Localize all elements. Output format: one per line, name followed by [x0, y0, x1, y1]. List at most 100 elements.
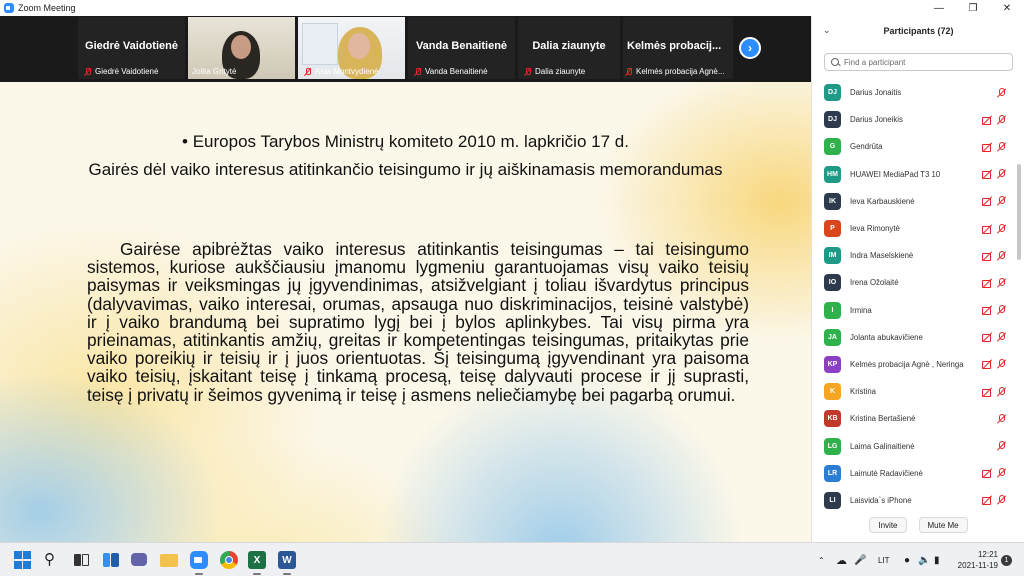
video-tile[interactable]: Giedrė Vaidotienė Giedrė Vaidotienė — [78, 17, 185, 79]
minimize-button[interactable]: — — [922, 0, 956, 16]
participant-row[interactable]: HM HUAWEI MediaPad T3 10 — [812, 161, 1017, 188]
participant-row[interactable]: DJ Darius Joneikis — [812, 106, 1017, 133]
speaker-muted-icon[interactable]: 🔈 — [918, 543, 930, 576]
participant-name: Darius Jonaitis — [850, 88, 902, 98]
muted-mic-icon — [625, 67, 632, 76]
participant-name: HUAWEI MediaPad T3 10 — [850, 169, 941, 179]
video-tile[interactable]: Dalia ziaunyte Dalia ziaunyte — [518, 17, 620, 79]
participant-row[interactable]: LR Laimutė Radavičienė — [812, 460, 1017, 487]
clock-time: 12:21 — [977, 550, 998, 559]
tile-label: Kelmės probacija Agnė... — [636, 67, 725, 76]
participant-row[interactable]: KP Kelmės probacija Agnė , Neringa — [812, 351, 1017, 378]
participant-avatar: DJ — [824, 111, 841, 129]
close-button[interactable]: ✕ — [990, 0, 1024, 16]
teams-chat-icon[interactable] — [130, 551, 148, 569]
file-explorer-icon[interactable] — [160, 551, 178, 569]
participant-search-input[interactable]: Find a participant — [824, 53, 1013, 71]
word-icon[interactable]: W — [278, 551, 296, 575]
participant-row[interactable]: KB Kristina Bertašienė — [812, 405, 1017, 432]
battery-icon[interactable]: ▮ — [934, 543, 940, 576]
muted-mic-icon — [996, 495, 1007, 505]
participant-row[interactable]: K Kristina — [812, 378, 1017, 405]
muted-mic-icon — [414, 67, 421, 76]
participant-list: DJ Darius Jonaitis DJ Darius Joneikis G Gendr… — [812, 79, 1017, 514]
camera-off-icon — [982, 468, 993, 479]
chrome-icon[interactable] — [220, 551, 238, 569]
slide-body-text: Gairėse apibrėžtas vaiko interesus atiti… — [87, 239, 749, 405]
system-clock[interactable]: 12:21 2021-11-19 — [954, 549, 998, 571]
participant-avatar: K — [824, 383, 841, 401]
participant-name: Ieva Rimonytė — [850, 224, 900, 234]
participant-row[interactable]: G Gendrūta — [812, 133, 1017, 160]
cloud-icon[interactable]: ☁ — [836, 543, 847, 576]
muted-mic-icon — [996, 114, 1007, 125]
muted-mic-icon — [996, 223, 1007, 234]
language-indicator[interactable]: LIT — [878, 543, 890, 576]
participant-face — [348, 33, 370, 59]
show-hidden-icons-chevron-icon[interactable]: ⌃ — [818, 543, 825, 576]
search-icon[interactable]: ⚲ — [44, 551, 62, 569]
participant-avatar: P — [824, 220, 841, 238]
participant-row[interactable]: DJ Darius Jonaitis — [812, 79, 1017, 106]
camera-off-icon — [982, 332, 993, 343]
participant-name: Darius Joneikis — [850, 115, 903, 125]
muted-mic-icon — [524, 67, 531, 76]
mute-me-button[interactable]: Mute Me — [918, 517, 968, 533]
tile-name: Kelmės probacij... — [627, 40, 722, 52]
video-tile[interactable]: Jolita Gritytė — [188, 17, 295, 79]
camera-off-icon — [982, 224, 993, 234]
participant-row[interactable]: P Ieva Rimonytė — [812, 215, 1017, 242]
chevron-right-icon[interactable]: › — [739, 37, 761, 59]
muted-mic-icon — [996, 277, 1007, 288]
windows-taskbar: ⚲ X W ⌃ ☁ 🎤 LIT ● 🔈 ▮ 12:21 2021-11-19 1 — [0, 542, 1024, 576]
muted-mic-icon — [996, 468, 1007, 478]
window-title: Zoom Meeting — [18, 3, 76, 13]
muted-mic-icon — [996, 169, 1007, 179]
participant-row[interactable]: JA Jolanta abukavičiene — [812, 324, 1017, 351]
excel-icon[interactable]: X — [248, 551, 266, 575]
tile-name: Vanda Benaitienė — [415, 40, 508, 52]
participants-title: Participants (72) — [883, 26, 954, 36]
muted-mic-icon — [996, 386, 1007, 397]
microphone-icon[interactable]: 🎤 — [854, 543, 866, 576]
tile-label: Dalia ziaunyte — [535, 67, 586, 76]
camera-off-icon — [982, 495, 993, 506]
clock-date: 2021-11-19 — [957, 561, 998, 570]
muted-mic-icon — [996, 332, 1007, 342]
tile-label: Vanda Benaitienė — [425, 67, 488, 76]
participant-row[interactable]: IM Indra Maselskienė — [812, 242, 1017, 269]
invite-button[interactable]: Invite — [869, 517, 907, 533]
participants-panel: ⌄ Participants (72) Find a participant D… — [811, 16, 1024, 542]
muted-mic-icon — [304, 67, 311, 76]
camera-off-icon — [982, 251, 993, 261]
participant-row[interactable]: LG Laima Galinaitienė — [812, 432, 1017, 459]
participant-avatar: IK — [824, 192, 841, 210]
task-view-icon[interactable] — [72, 551, 90, 569]
participant-avatar: LG — [824, 437, 841, 455]
muted-mic-icon — [996, 413, 1007, 424]
participant-name: Irena Ožolaitė — [850, 278, 899, 288]
participant-avatar: KP — [824, 355, 841, 373]
tile-name: Dalia ziaunyte — [532, 40, 606, 52]
muted-mic-icon — [996, 250, 1007, 261]
widgets-icon[interactable] — [102, 551, 120, 569]
windows-start-icon[interactable] — [14, 551, 32, 569]
participant-row[interactable]: IK Ieva Karbauskienė — [812, 188, 1017, 215]
camera-off-icon — [982, 142, 993, 152]
slide-bullet: • Europos Tarybos Ministrų komiteto 2010… — [182, 132, 629, 151]
muted-mic-icon — [996, 196, 1007, 206]
participant-row[interactable]: I Irmina — [812, 297, 1017, 324]
video-tile[interactable]: Kelmės probacij... Kelmės probacija Agnė… — [623, 17, 733, 79]
participant-name: Irmina — [850, 305, 872, 315]
video-tile[interactable]: Vanda Benaitienė Vanda Benaitienė — [408, 17, 515, 79]
tile-label: Asta Montvydienė — [315, 67, 379, 76]
video-tile[interactable]: Asta Montvydienė — [298, 17, 405, 79]
maximize-button[interactable]: ❐ — [956, 0, 990, 16]
notification-badge[interactable]: 1 — [1001, 555, 1012, 566]
participant-row[interactable]: IO Irena Ožolaitė — [812, 269, 1017, 296]
participant-avatar: I — [824, 301, 841, 319]
participant-list-scrollbar[interactable] — [1017, 164, 1021, 260]
zoom-icon[interactable] — [190, 551, 208, 575]
participant-row[interactable]: LI Laisvida`s iPhone — [812, 487, 1017, 514]
wifi-icon[interactable]: ● — [904, 543, 910, 576]
